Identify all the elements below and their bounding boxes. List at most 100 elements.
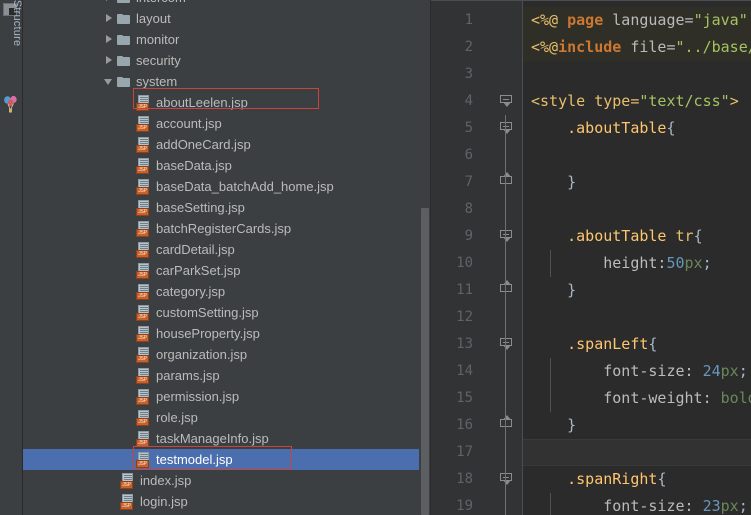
code-line[interactable]: 1 <%@ page language="java" — [431, 7, 751, 34]
code-line[interactable]: 12 — [431, 304, 751, 331]
jsp-file-icon: JSP — [136, 325, 152, 342]
fold-end-icon[interactable] — [499, 172, 514, 190]
code-line[interactable]: 4 <style type="text/css"> — [431, 88, 751, 115]
tool-window-button-structure[interactable]: 2: Structure — [11, 0, 23, 77]
project-tool-window[interactable]: intercom layout monitor security system JSP ab… — [23, 0, 431, 515]
tree-row[interactable]: JSP cardDetail.jsp — [23, 239, 431, 260]
fold-region-line — [505, 142, 506, 169]
code-line[interactable]: 16 } — [431, 412, 751, 439]
chevron-right-icon[interactable] — [103, 29, 116, 50]
tree-row-selected[interactable]: JSP testmodel.jsp — [23, 449, 431, 470]
tree-row[interactable]: JSP houseProperty.jsp — [23, 323, 431, 344]
tree-row[interactable]: JSP login.jsp — [23, 491, 431, 512]
code-line[interactable]: 10 height:50px; — [431, 250, 751, 277]
code-editor[interactable]: 1 <%@ page language="java" 2 <%@include fi… — [431, 0, 751, 515]
tree-row[interactable]: JSP role.jsp — [23, 407, 431, 428]
project-tree[interactable]: intercom layout monitor security system JSP ab… — [23, 0, 431, 512]
code-line[interactable]: 11 } — [431, 277, 751, 304]
balloon-icon[interactable] — [3, 96, 19, 114]
fold-end-icon[interactable] — [499, 415, 514, 433]
tree-row[interactable]: security — [23, 50, 431, 71]
tree-row[interactable]: JSP index.jsp — [23, 470, 431, 491]
code-line[interactable]: 14 font-size: 24px; — [431, 358, 751, 385]
editor-code-area[interactable]: 1 <%@ page language="java" 2 <%@include fi… — [431, 7, 751, 515]
code-line[interactable]: 18 .spanRight{ — [431, 466, 751, 493]
tree-row[interactable]: monitor — [23, 29, 431, 50]
code-token: { — [657, 470, 667, 488]
jsp-file-icon: JSP — [120, 472, 136, 489]
code-token: } — [531, 281, 577, 299]
tree-row[interactable]: JSP carParkSet.jsp — [23, 260, 431, 281]
code-token: { — [648, 335, 658, 353]
tree-row[interactable]: JSP aboutLeelen.jsp — [23, 92, 431, 113]
jsp-file-icon: JSP — [136, 157, 152, 174]
line-number: 7 — [464, 174, 473, 190]
chevron-right-icon[interactable] — [103, 8, 116, 29]
tree-row[interactable]: JSP account.jsp — [23, 113, 431, 134]
tree-row[interactable]: layout — [23, 8, 431, 29]
line-number: 5 — [464, 120, 473, 136]
chevron-right-icon[interactable] — [103, 50, 116, 71]
code-token: "../base/ — [675, 38, 751, 56]
fold-region-line — [505, 385, 506, 412]
fold-collapse-icon[interactable] — [499, 121, 514, 136]
code-token: ; — [738, 497, 748, 515]
tree-row[interactable]: JSP baseSetting.jsp — [23, 197, 431, 218]
code-token: <%@ — [531, 11, 568, 29]
jsp-file-icon: JSP — [136, 115, 152, 132]
code-line[interactable]: 2 <%@include file="../base/ — [431, 34, 751, 61]
fold-collapse-icon[interactable] — [499, 229, 514, 244]
code-line[interactable]: 3 — [431, 61, 751, 88]
fold-collapse-icon[interactable] — [499, 472, 514, 487]
tree-row[interactable]: JSP baseData.jsp — [23, 155, 431, 176]
fold-end-icon[interactable] — [499, 280, 514, 298]
left-tool-strip: 2: Structure — [0, 0, 23, 515]
code-line[interactable]: 13 .spanLeft{ — [431, 331, 751, 358]
code-text: <style type="text/css"> — [531, 88, 739, 115]
line-number: 1 — [464, 12, 473, 28]
line-number: 13 — [456, 336, 473, 352]
code-token: 23 — [702, 497, 721, 515]
tree-row[interactable]: system — [23, 71, 431, 92]
chevron-right-icon[interactable] — [103, 0, 116, 8]
code-line[interactable]: 9 .aboutTable tr{ — [431, 223, 751, 250]
tree-row[interactable]: JSP taskManageInfo.jsp — [23, 428, 431, 449]
tree-row[interactable]: JSP permission.jsp — [23, 386, 431, 407]
tree-row[interactable]: JSP customSetting.jsp — [23, 302, 431, 323]
code-line[interactable]: 7 } — [431, 169, 751, 196]
tree-row-label: intercom — [136, 0, 186, 8]
tree-row-label: batchRegisterCards.jsp — [156, 221, 292, 236]
code-text: font-weight: bold; — [531, 385, 751, 412]
tree-row[interactable]: JSP category.jsp — [23, 281, 431, 302]
code-line[interactable]: 17 — [431, 439, 751, 466]
tree-row[interactable]: JSP baseData_batchAdd_home.jsp — [23, 176, 431, 197]
tree-row-label: baseSetting.jsp — [156, 200, 245, 215]
tree-row[interactable]: JSP organization.jsp — [23, 344, 431, 365]
code-line[interactable]: 19 font-size: 23px; — [431, 493, 751, 515]
code-token: px — [684, 254, 703, 272]
code-line[interactable]: 15 font-weight: bold; — [431, 385, 751, 412]
code-line[interactable]: 8 — [431, 196, 751, 223]
tree-row[interactable]: intercom — [23, 0, 431, 8]
line-number: 10 — [456, 255, 473, 271]
tree-row[interactable]: JSP addOneCard.jsp — [23, 134, 431, 155]
tree-row-label: baseData_batchAdd_home.jsp — [156, 179, 334, 194]
code-text: .aboutTable{ — [531, 115, 676, 142]
line-number: 18 — [456, 471, 473, 487]
fold-collapse-icon[interactable] — [499, 94, 514, 109]
tree-scrollbar-thumb[interactable] — [421, 208, 429, 515]
code-token: tr — [675, 227, 694, 245]
fold-collapse-icon[interactable] — [499, 337, 514, 352]
code-line[interactable]: 5 .aboutTable{ — [431, 115, 751, 142]
tree-row-label: carParkSet.jsp — [156, 263, 241, 278]
fold-region-line — [505, 223, 506, 250]
tree-row[interactable]: JSP params.jsp — [23, 365, 431, 386]
code-token: { — [693, 227, 703, 245]
code-token: <%@ — [531, 38, 559, 56]
tree-row-label: params.jsp — [156, 368, 220, 383]
tree-row[interactable]: JSP batchRegisterCards.jsp — [23, 218, 431, 239]
chevron-down-icon[interactable] — [103, 71, 116, 92]
code-token: 24 — [702, 362, 721, 380]
code-token: { — [666, 119, 676, 137]
code-line[interactable]: 6 — [431, 142, 751, 169]
